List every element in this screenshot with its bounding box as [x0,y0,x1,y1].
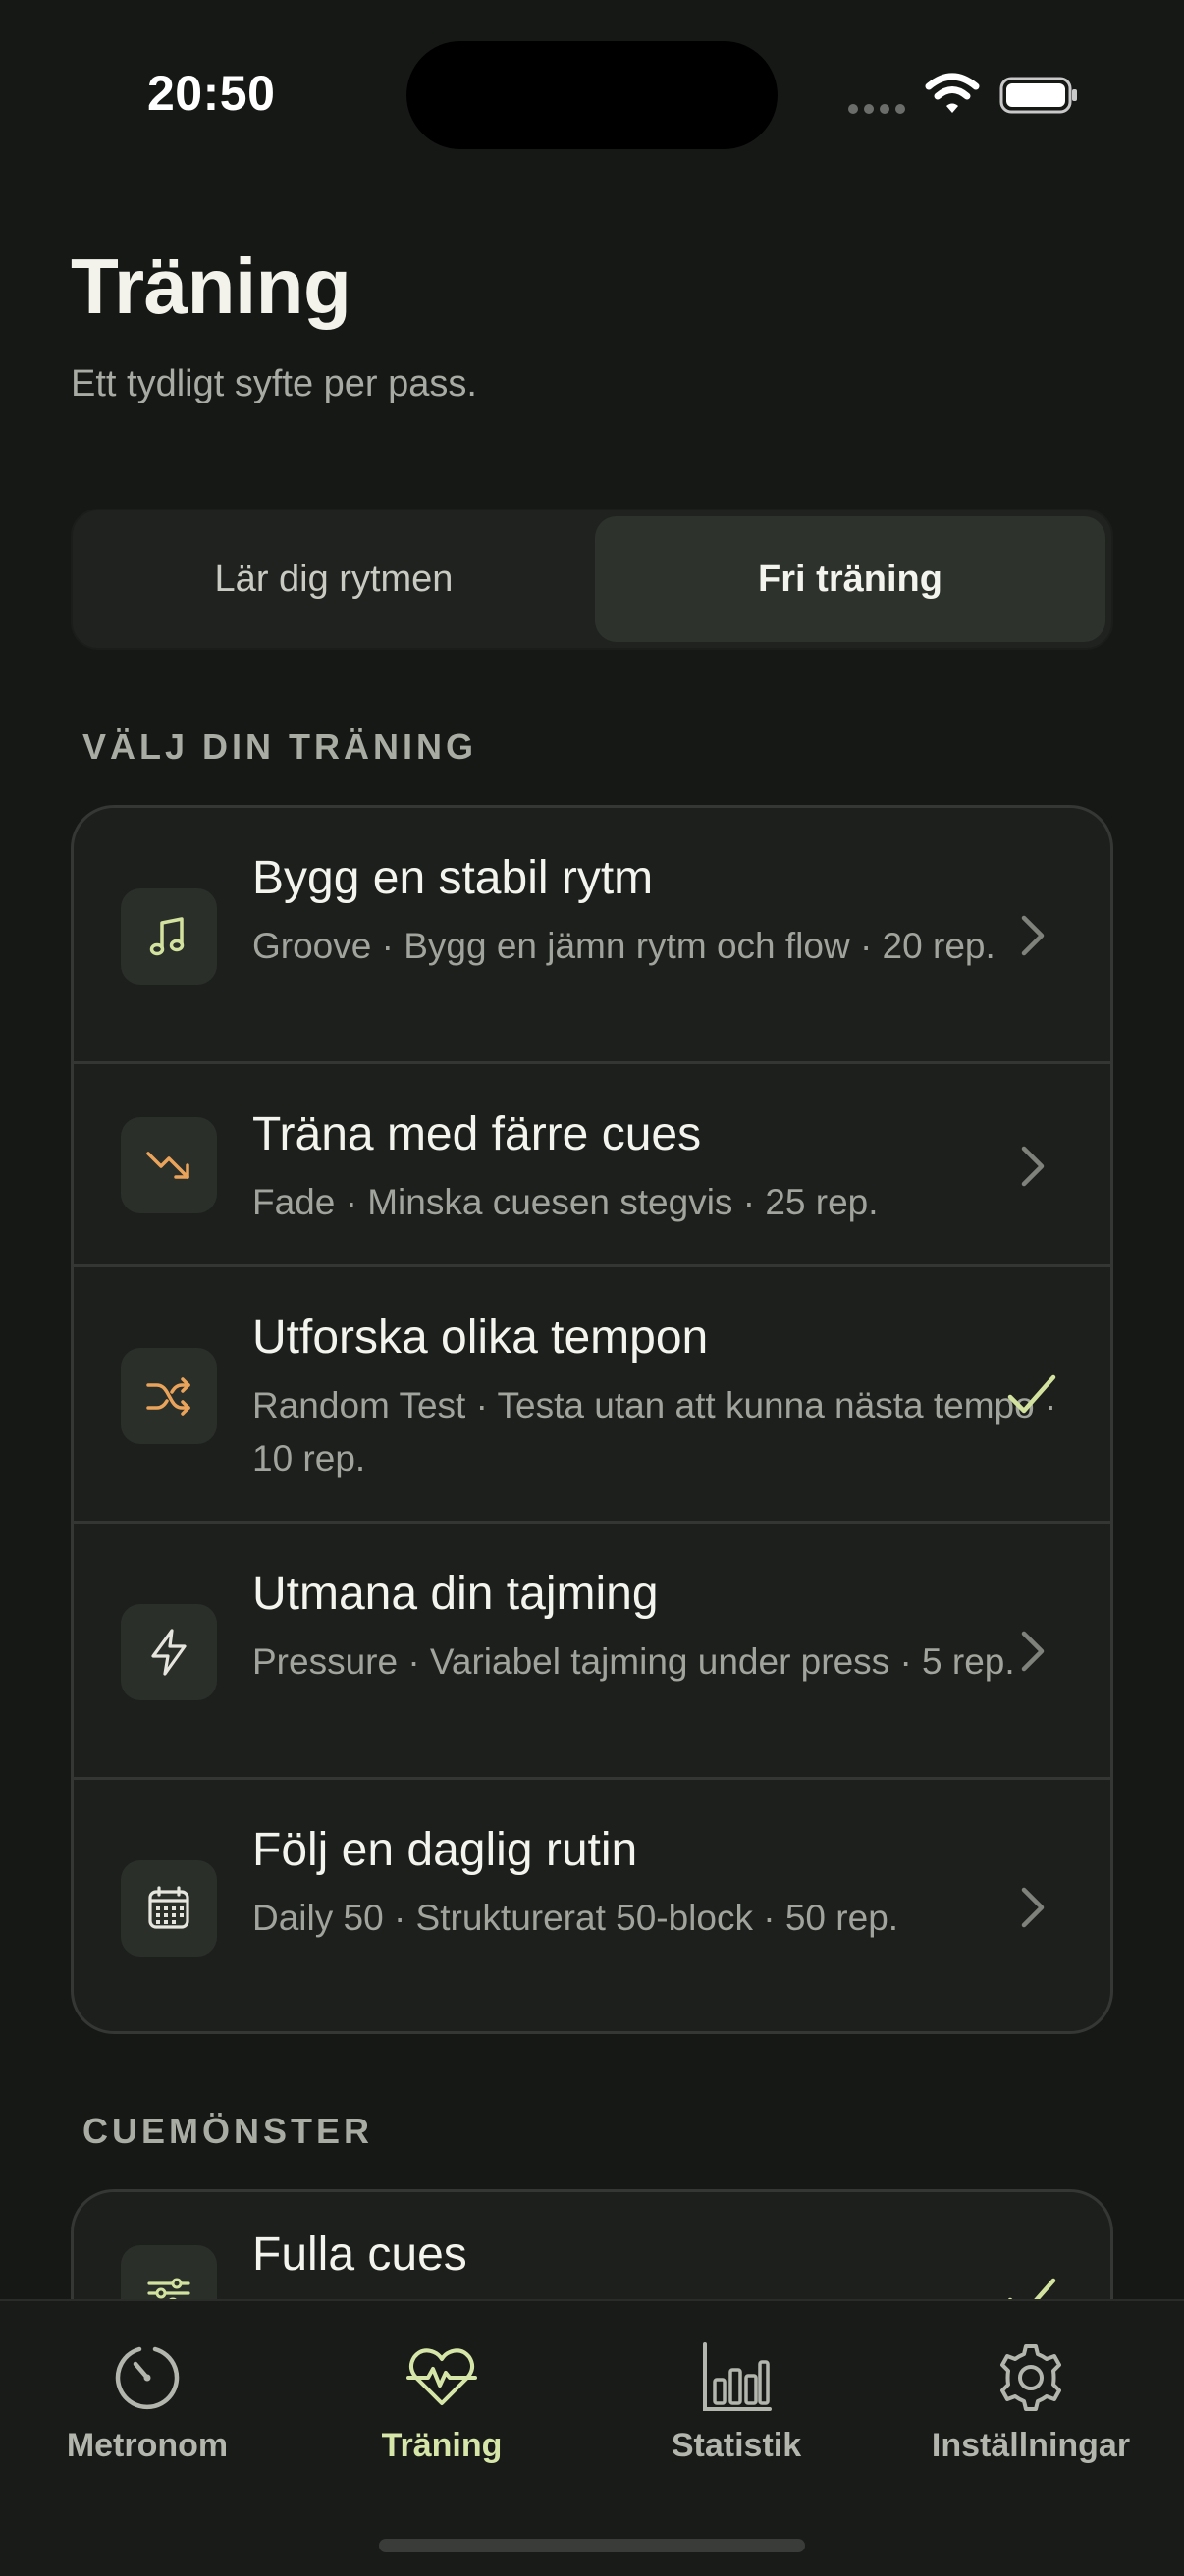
tab-metronom[interactable]: Metronom [0,2340,295,2465]
status-time: 20:50 [147,66,276,121]
cellular-signal-icon [848,104,905,114]
training-item-fewer-cues[interactable]: Träna med färre cues Fade · Minska cuese… [74,1064,1110,1267]
training-item-title: Följ en daglig rutin [252,1824,638,1876]
training-item-title: Utforska olika tempon [252,1312,709,1364]
gear-icon [1000,2344,1061,2411]
lightning-icon [151,1629,187,1676]
tab-traning[interactable]: Träning [295,2340,589,2465]
trend-down-icon [146,1152,189,1179]
tab-label: Inställningar [931,2427,1131,2464]
segment-learn-rhythm[interactable]: Lär dig rytmen [79,516,589,642]
tab-label: Träning [381,2427,503,2464]
section-title-cue-patterns: CUEMÖNSTER [82,2111,374,2151]
training-list: Bygg en stabil rytm Groove · Bygg en jäm… [71,805,1113,2034]
training-item-stable-rhythm[interactable]: Bygg en stabil rytm Groove · Bygg en jäm… [74,808,1110,1064]
training-item-explore-tempos[interactable]: Utforska olika tempon Random Test · Test… [74,1267,1110,1524]
cue-pattern-title: Fulla cues [252,2228,467,2281]
training-item-description: Random Test · Testa utan att kunna nästa… [252,1385,1057,1478]
heart-pulse-icon [406,2348,477,2405]
training-item-description: Daily 50 · Strukturerat 50-block · 50 re… [252,1898,899,1938]
page-title: Träning [71,242,351,330]
chevron-right-icon [1021,1887,1045,1928]
battery-icon [999,77,1077,114]
segment-free-training[interactable]: Fri träning [595,516,1105,642]
chevron-right-icon [1021,915,1045,956]
tab-statistik[interactable]: Statistik [589,2340,884,2465]
training-item-title: Träna med färre cues [252,1108,702,1160]
training-item-description: Groove · Bygg en jämn rytm och flow · 20… [252,926,996,966]
training-item-challenge-timing[interactable]: Utmana din tajming Pressure · Variabel t… [74,1524,1110,1780]
training-item-title: Bygg en stabil rytm [252,852,654,904]
bar-chart-icon [703,2342,772,2411]
tab-label: Statistik [671,2427,802,2464]
shuffle-icon [146,1377,190,1416]
gauge-icon [115,2346,180,2410]
training-item-icon [121,1348,217,1444]
dynamic-island [406,41,778,149]
tab-label: Metronom [66,2427,229,2464]
training-item-daily-routine[interactable]: Följ en daglig rutin Daily 50 · Struktur… [74,1780,1110,2031]
checkmark-icon [1007,1374,1056,1414]
bottom-tab-bar: Metronom Träning Statistik Inställningar [0,2299,1184,2576]
music-note-icon [149,917,185,956]
training-item-icon [121,888,217,985]
wifi-icon [925,73,980,113]
chevron-right-icon [1021,1631,1045,1672]
home-indicator [379,2539,805,2552]
mode-segmented-control: Lär dig rytmen Fri träning [71,509,1113,650]
training-item-description: Fade · Minska cuesen stegvis · 25 rep. [252,1182,879,1222]
section-title-training: VÄLJ DIN TRÄNING [82,726,478,767]
training-item-icon [121,1860,217,1957]
tab-installningar[interactable]: Inställningar [884,2340,1178,2465]
page-subtitle: Ett tydligt syfte per pass. [71,363,477,404]
training-item-icon [121,1117,217,1213]
training-item-icon [121,1604,217,1700]
training-item-title: Utmana din tajming [252,1568,659,1620]
chevron-right-icon [1021,1146,1045,1187]
calendar-icon [148,1886,189,1929]
training-item-description: Pressure · Variabel tajming under press … [252,1641,1015,1682]
